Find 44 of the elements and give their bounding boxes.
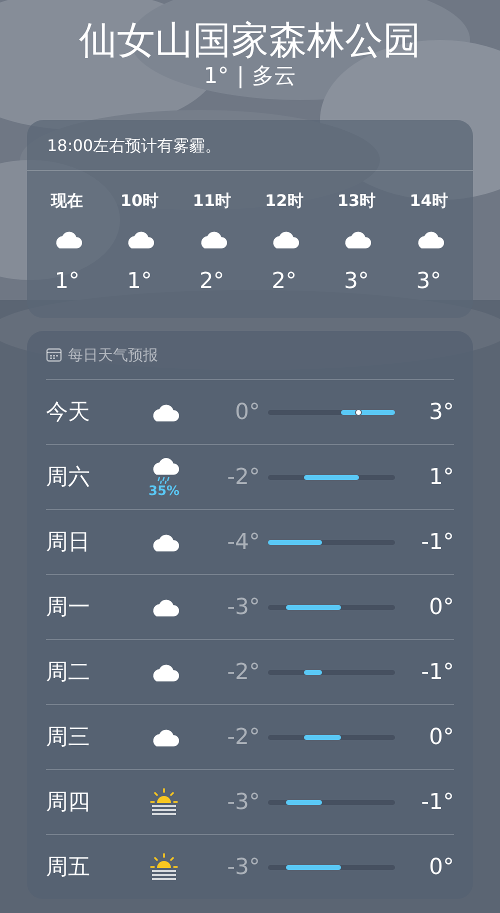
low-temperature: -2° bbox=[226, 658, 261, 687]
low-temperature: -3° bbox=[226, 854, 261, 882]
hour-temperature: 3° bbox=[344, 268, 369, 296]
location-title: 仙女山国家森林公园 bbox=[78, 18, 422, 64]
separator: | bbox=[236, 64, 244, 90]
day-label: 周六 bbox=[46, 464, 91, 492]
low-temperature: 0° bbox=[234, 398, 261, 427]
hour-label: 14时 bbox=[410, 190, 448, 212]
day-label: 周一 bbox=[46, 594, 91, 622]
high-temperature: 3° bbox=[428, 398, 454, 427]
hour-temperature: 1° bbox=[54, 268, 80, 296]
high-temperature: -1° bbox=[420, 528, 454, 557]
hour-temperature: 1° bbox=[126, 268, 152, 296]
low-temperature: -2° bbox=[226, 724, 261, 752]
hour-label: 12时 bbox=[265, 190, 304, 212]
hour-temperature: 3° bbox=[416, 268, 442, 296]
hour-label: 10时 bbox=[120, 190, 159, 212]
hour-label: 13时 bbox=[337, 190, 376, 212]
high-temperature: 0° bbox=[428, 854, 454, 882]
day-label: 周日 bbox=[46, 528, 91, 557]
low-temperature: -3° bbox=[226, 788, 261, 817]
high-temperature: -1° bbox=[420, 788, 454, 817]
day-label: 周二 bbox=[46, 658, 91, 687]
high-temperature: -1° bbox=[420, 658, 454, 687]
hour-temperature: 2° bbox=[272, 268, 297, 296]
hour-label: 11时 bbox=[192, 190, 231, 212]
high-temperature: 0° bbox=[428, 594, 454, 622]
precipitation-chance: 35% bbox=[148, 484, 180, 498]
hour-label: 现在 bbox=[51, 190, 84, 212]
current-condition: 多云 bbox=[252, 64, 296, 90]
hour-temperature: 2° bbox=[199, 268, 224, 296]
day-label: 今天 bbox=[46, 398, 91, 427]
high-temperature: 0° bbox=[428, 724, 454, 752]
high-temperature: 1° bbox=[428, 464, 454, 492]
low-temperature: -3° bbox=[226, 594, 261, 622]
section-title: 每日天气预报 bbox=[68, 344, 158, 366]
forecast-summary: 18:00左右预计有雾霾。 bbox=[27, 120, 473, 171]
low-temperature: -2° bbox=[226, 464, 261, 492]
day-label: 周五 bbox=[46, 854, 91, 882]
current-temperature: 1° bbox=[204, 64, 229, 90]
low-temperature: -4° bbox=[226, 528, 261, 557]
day-label: 周三 bbox=[46, 724, 91, 752]
calendar-icon bbox=[46, 348, 62, 362]
day-label: 周四 bbox=[46, 788, 91, 817]
